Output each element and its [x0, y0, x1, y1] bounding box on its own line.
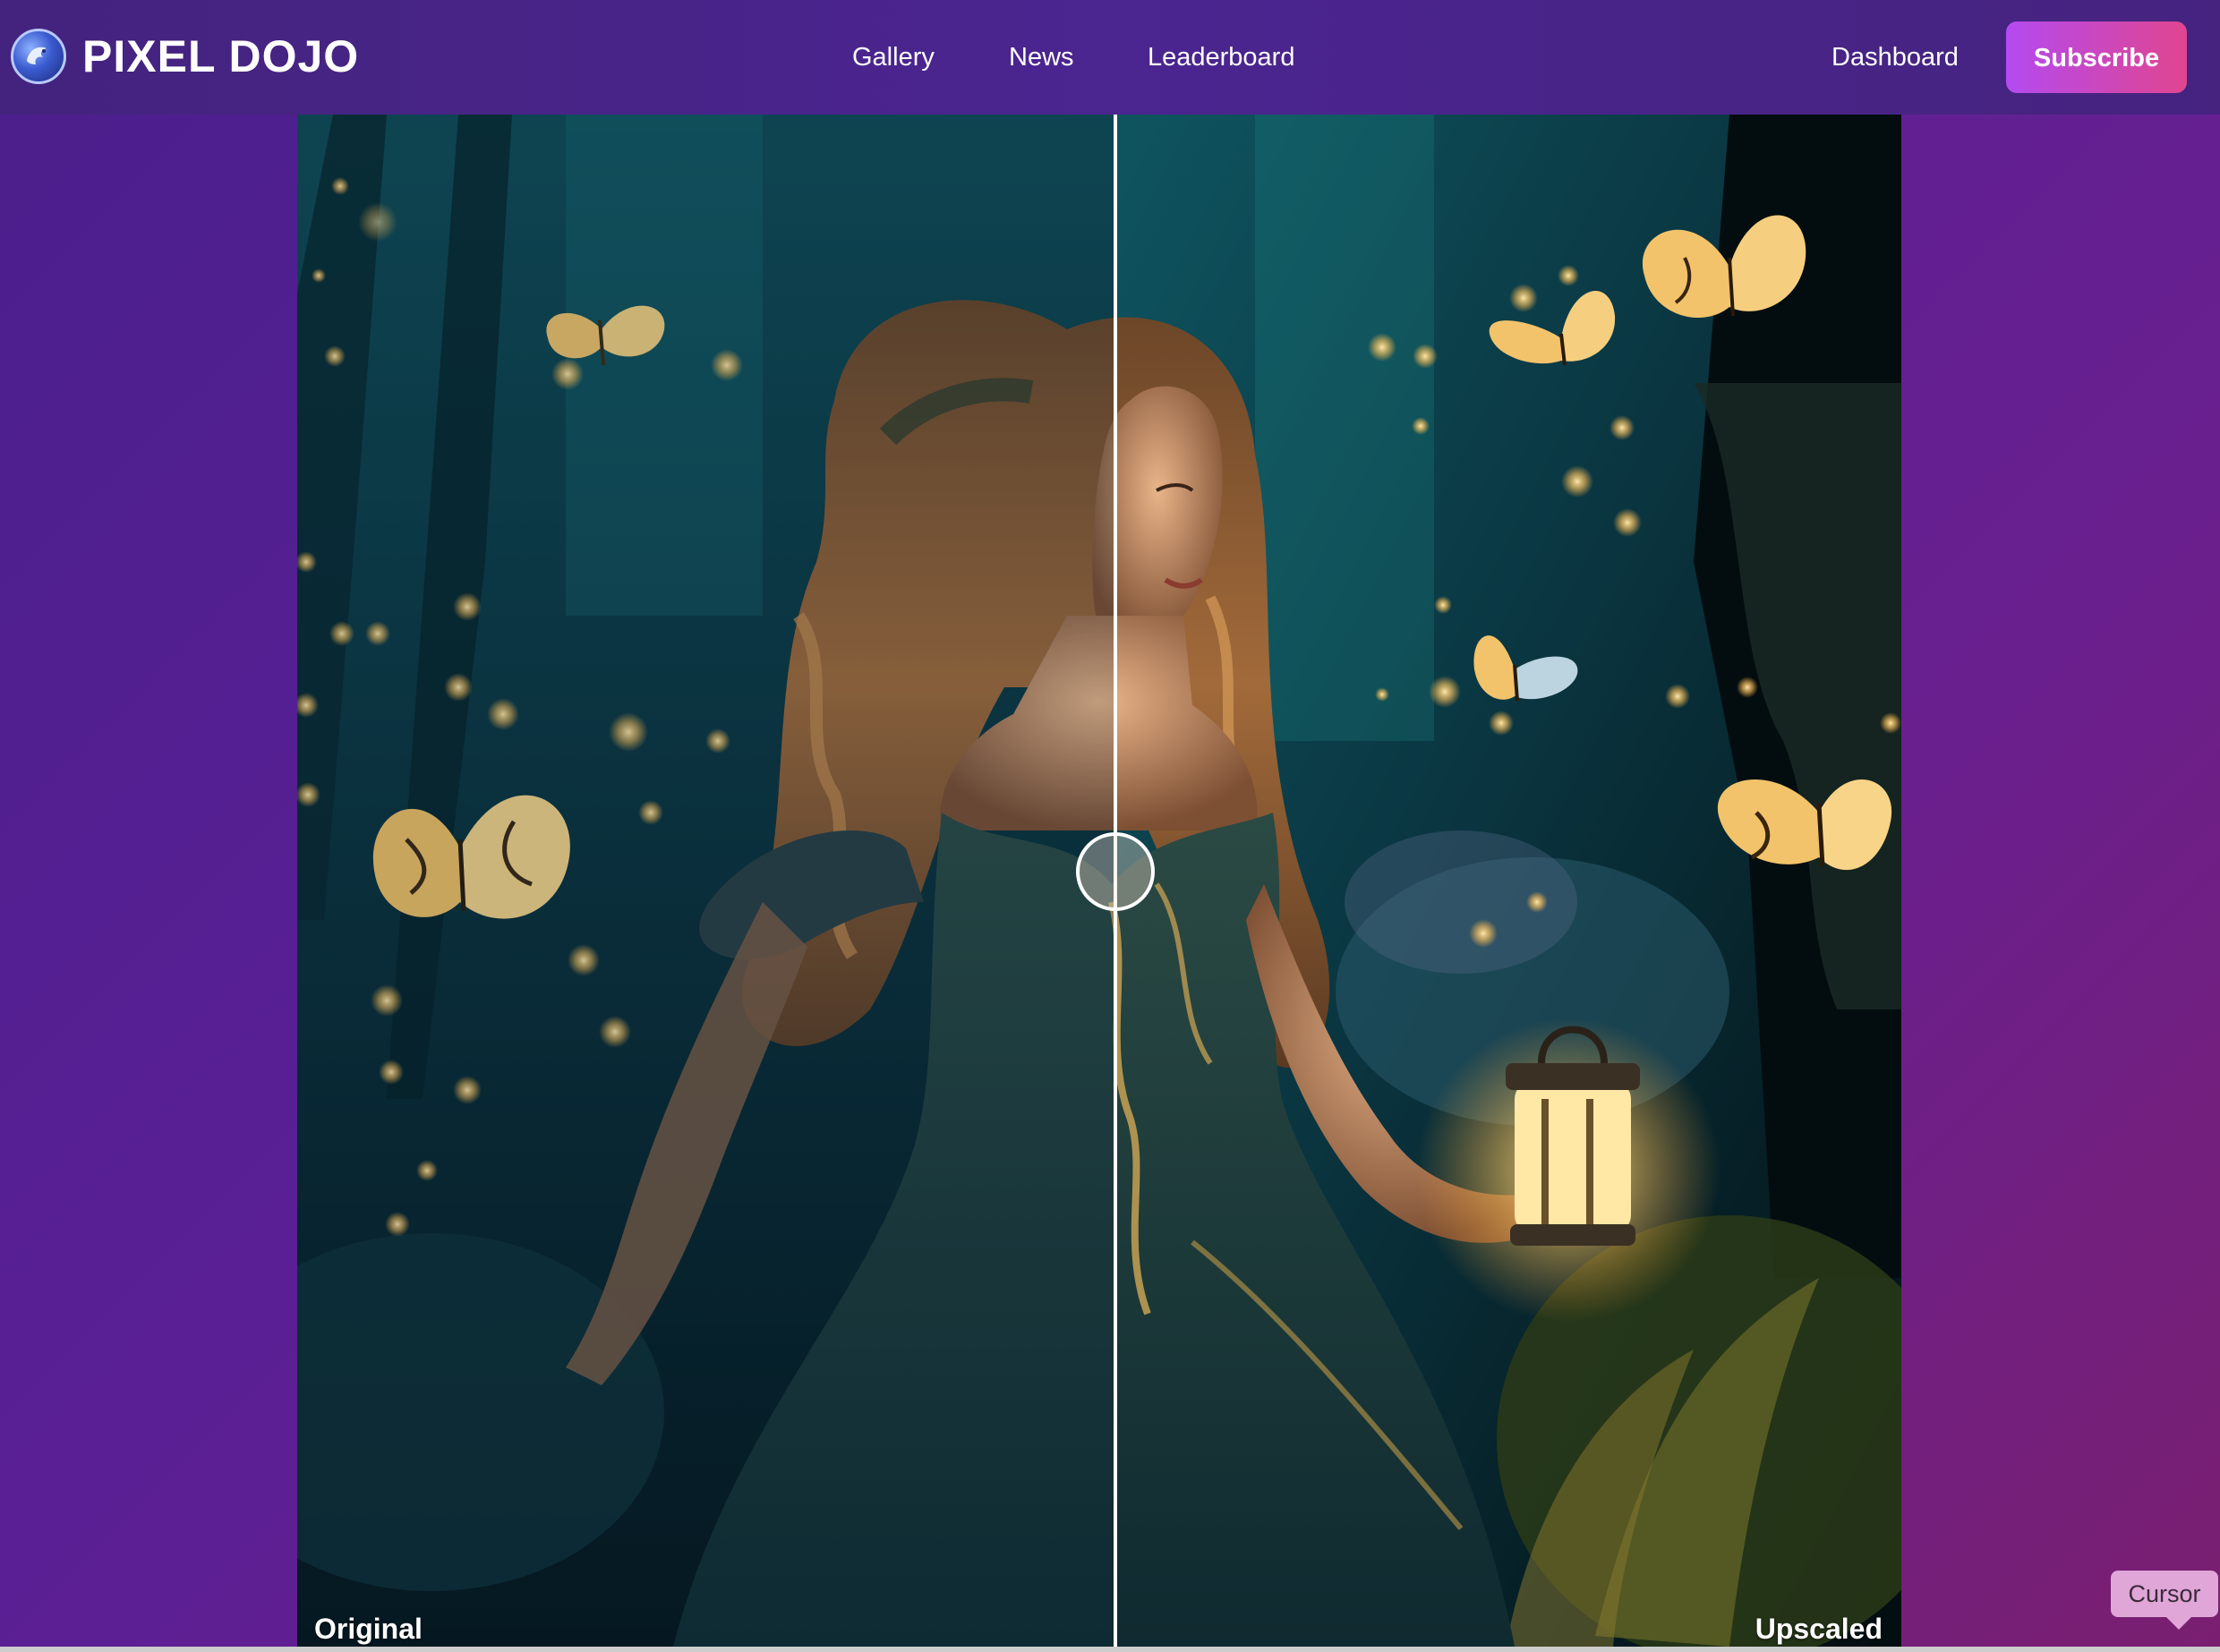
image-comparison-slider[interactable]: Original Upscaled [297, 115, 1901, 1647]
subscribe-button[interactable]: Subscribe [2006, 21, 2187, 93]
cursor-tooltip: Cursor [2111, 1571, 2218, 1630]
brand-name[interactable]: PIXEL DOJO [82, 30, 359, 83]
upscaled-label: Upscaled [1755, 1613, 1883, 1645]
comparison-slider-handle[interactable] [1076, 832, 1155, 911]
bottom-edge [0, 1647, 2220, 1652]
nav-link-gallery[interactable]: Gallery [852, 36, 935, 79]
original-label: Original [314, 1613, 423, 1645]
dragon-logo-icon[interactable] [11, 29, 66, 84]
top-navbar: PIXEL DOJO Gallery News Leaderboard Dash… [0, 0, 2220, 115]
nav-link-news[interactable]: News [1009, 36, 1074, 79]
nav-link-leaderboard[interactable]: Leaderboard [1148, 36, 1294, 79]
dashboard-link[interactable]: Dashboard [1832, 36, 1959, 79]
